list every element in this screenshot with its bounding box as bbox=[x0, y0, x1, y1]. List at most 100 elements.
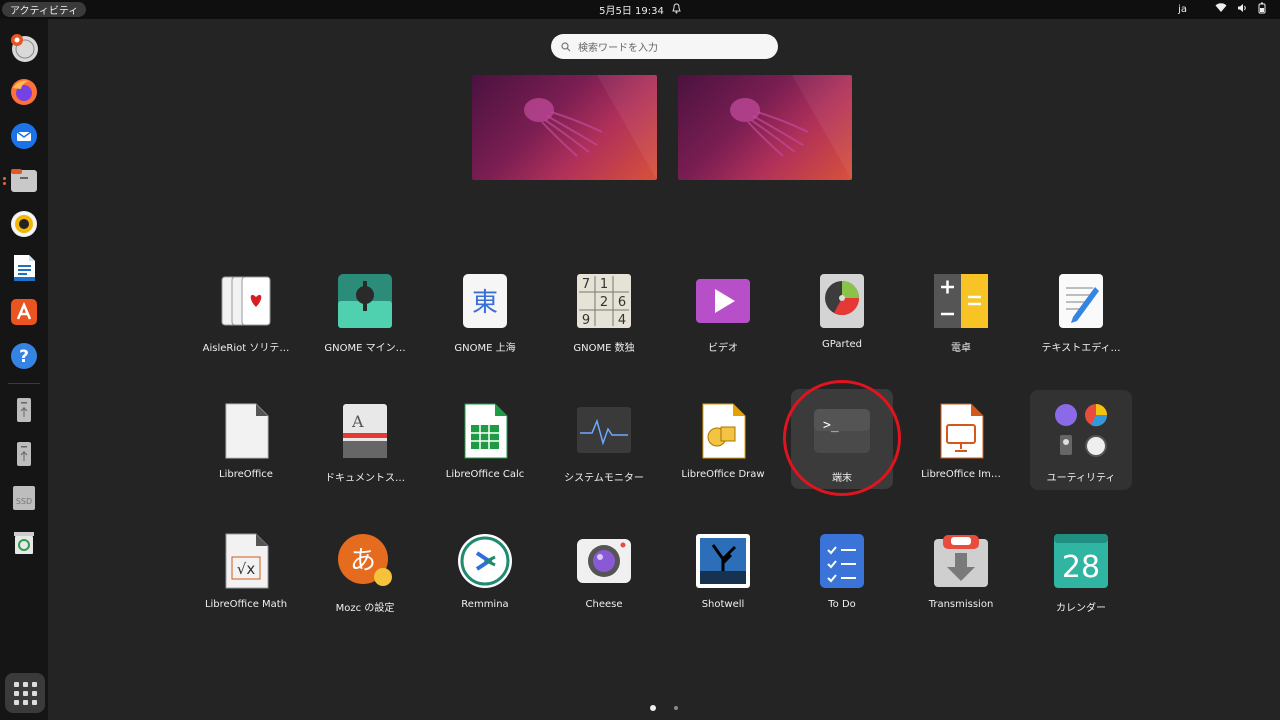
app-mozc-settings[interactable]: あ Mozc の設定 bbox=[314, 523, 416, 623]
app-libreoffice[interactable]: LibreOffice bbox=[195, 393, 297, 493]
app-libreoffice-draw[interactable]: LibreOffice Draw bbox=[672, 393, 774, 493]
software-launcher[interactable] bbox=[8, 296, 40, 328]
app-libreoffice-math[interactable]: √x LibreOffice Math bbox=[195, 523, 297, 623]
trash-launcher[interactable] bbox=[8, 526, 40, 558]
app-transmission[interactable]: Transmission bbox=[910, 523, 1012, 623]
ubuntu-installer-launcher[interactable] bbox=[8, 32, 40, 64]
ssd-drive-icon: SSD bbox=[13, 486, 35, 510]
mozc-icon: あ bbox=[337, 533, 393, 589]
ssd-drive-launcher[interactable]: SSD bbox=[8, 482, 40, 514]
app-gnome-sudoku[interactable]: 7 1 2 6 9 4 GNOME 数独 bbox=[553, 263, 655, 363]
app-label: GNOME 数独 bbox=[573, 343, 635, 354]
text-editor-icon bbox=[1053, 273, 1109, 329]
checklist-icon bbox=[814, 533, 870, 589]
page-indicator[interactable] bbox=[674, 706, 678, 710]
app-calculator[interactable]: 電卓 bbox=[910, 263, 1012, 363]
dock: ? SSD bbox=[0, 19, 48, 720]
show-applications-button[interactable] bbox=[5, 673, 45, 713]
download-icon bbox=[933, 533, 989, 589]
usb-drive-launcher[interactable] bbox=[8, 438, 40, 470]
app-label: To Do bbox=[828, 599, 856, 610]
app-system-monitor[interactable]: システムモニター bbox=[553, 393, 655, 493]
rhythmbox-launcher[interactable] bbox=[8, 208, 40, 240]
playing-cards-icon bbox=[218, 273, 274, 329]
svg-text:√x: √x bbox=[237, 560, 256, 578]
libreoffice-icon bbox=[218, 403, 274, 459]
activities-button[interactable]: アクティビティ bbox=[2, 2, 87, 17]
svg-text:あ: あ bbox=[350, 546, 376, 576]
search-box[interactable]: 検索ワードを入力 bbox=[551, 34, 778, 59]
input-method-indicator[interactable]: ja bbox=[1178, 4, 1187, 15]
svg-text:1: 1 bbox=[600, 277, 608, 292]
svg-text:6: 6 bbox=[618, 295, 626, 310]
svg-text:2: 2 bbox=[600, 295, 608, 310]
power-menu-icon[interactable] bbox=[1258, 2, 1266, 17]
app-label: テキストエディ… bbox=[1041, 343, 1121, 354]
app-label: システムモニター bbox=[564, 473, 644, 484]
trash-icon bbox=[14, 532, 34, 554]
workspace-thumbnail-1[interactable] bbox=[472, 75, 657, 180]
help-launcher[interactable]: ? bbox=[8, 340, 40, 372]
folder-utilities[interactable]: ユーティリティ bbox=[1030, 390, 1132, 490]
svg-text:A: A bbox=[351, 412, 364, 431]
calculator-icon bbox=[933, 273, 989, 329]
remote-desktop-icon bbox=[457, 533, 513, 589]
app-gnome-mahjongg[interactable]: 東 GNOME 上海 bbox=[434, 263, 536, 363]
usb-drive-launcher[interactable] bbox=[8, 394, 40, 426]
app-todo[interactable]: To Do bbox=[791, 523, 893, 623]
app-libreoffice-calc[interactable]: LibreOffice Calc bbox=[434, 393, 536, 493]
app-text-editor[interactable]: テキストエディ… bbox=[1030, 263, 1132, 363]
firefox-launcher[interactable] bbox=[8, 76, 40, 108]
app-shotwell[interactable]: Shotwell bbox=[672, 523, 774, 623]
mahjong-tile-icon: 東 bbox=[457, 273, 513, 329]
app-gnome-mines[interactable]: GNOME マイン… bbox=[314, 263, 416, 363]
svg-text:7: 7 bbox=[582, 277, 590, 292]
mine-icon bbox=[337, 273, 393, 329]
camera-icon bbox=[576, 533, 632, 589]
workspace-thumbnail-2[interactable] bbox=[678, 75, 852, 180]
folder-icon bbox=[11, 169, 37, 192]
page-indicator-active[interactable] bbox=[650, 705, 656, 711]
scanner-icon: A bbox=[337, 403, 393, 459]
app-remmina[interactable]: Remmina bbox=[434, 523, 536, 623]
svg-text:東: 東 bbox=[472, 288, 498, 318]
app-label: GNOME マイン… bbox=[324, 343, 406, 354]
ubuntu-installer-icon bbox=[11, 34, 38, 62]
app-label: カレンダー bbox=[1056, 603, 1106, 614]
highlight-circle bbox=[783, 380, 901, 496]
usb-drive-icon bbox=[17, 442, 31, 466]
dock-separator bbox=[8, 383, 40, 384]
wifi-icon[interactable] bbox=[1215, 3, 1227, 16]
app-label: LibreOffice Calc bbox=[445, 469, 525, 480]
app-libreoffice-impress[interactable]: LibreOffice Im… bbox=[910, 393, 1012, 493]
app-aisleriot[interactable]: AisleRiot ソリテ… bbox=[195, 263, 297, 363]
search-icon bbox=[561, 41, 571, 51]
top-bar: アクティビティ 5月5日 19:34 ja bbox=[0, 0, 1280, 19]
thunderbird-launcher[interactable] bbox=[8, 120, 40, 152]
app-label: Shotwell bbox=[701, 599, 745, 610]
app-cheese[interactable]: Cheese bbox=[553, 523, 655, 623]
speaker-icon bbox=[11, 211, 37, 237]
app-label: Cheese bbox=[585, 599, 623, 610]
calendar-icon: 28 bbox=[1053, 533, 1109, 589]
app-calendar[interactable]: 28 カレンダー bbox=[1030, 523, 1132, 623]
svg-text:?: ? bbox=[19, 347, 29, 367]
svg-text:9: 9 bbox=[582, 313, 590, 328]
utilities-folder-icon bbox=[1053, 402, 1109, 458]
writer-launcher[interactable] bbox=[8, 252, 40, 284]
app-gparted[interactable]: GParted bbox=[791, 263, 893, 363]
thunderbird-icon bbox=[11, 123, 37, 149]
app-label: AisleRiot ソリテ… bbox=[202, 343, 290, 354]
app-videos[interactable]: ビデオ bbox=[672, 263, 774, 363]
drawing-icon bbox=[695, 403, 751, 459]
clock[interactable]: 5月5日 19:34 bbox=[599, 2, 664, 17]
help-icon: ? bbox=[11, 343, 37, 369]
volume-icon[interactable] bbox=[1237, 3, 1248, 16]
system-tray[interactable]: ja bbox=[1178, 0, 1266, 19]
formula-icon: √x bbox=[218, 533, 274, 589]
play-icon bbox=[695, 273, 751, 329]
files-launcher[interactable] bbox=[8, 164, 40, 196]
app-label: Remmina bbox=[461, 599, 509, 610]
app-document-scanner[interactable]: A ドキュメントス… bbox=[314, 393, 416, 493]
search-placeholder: 検索ワードを入力 bbox=[578, 43, 658, 54]
